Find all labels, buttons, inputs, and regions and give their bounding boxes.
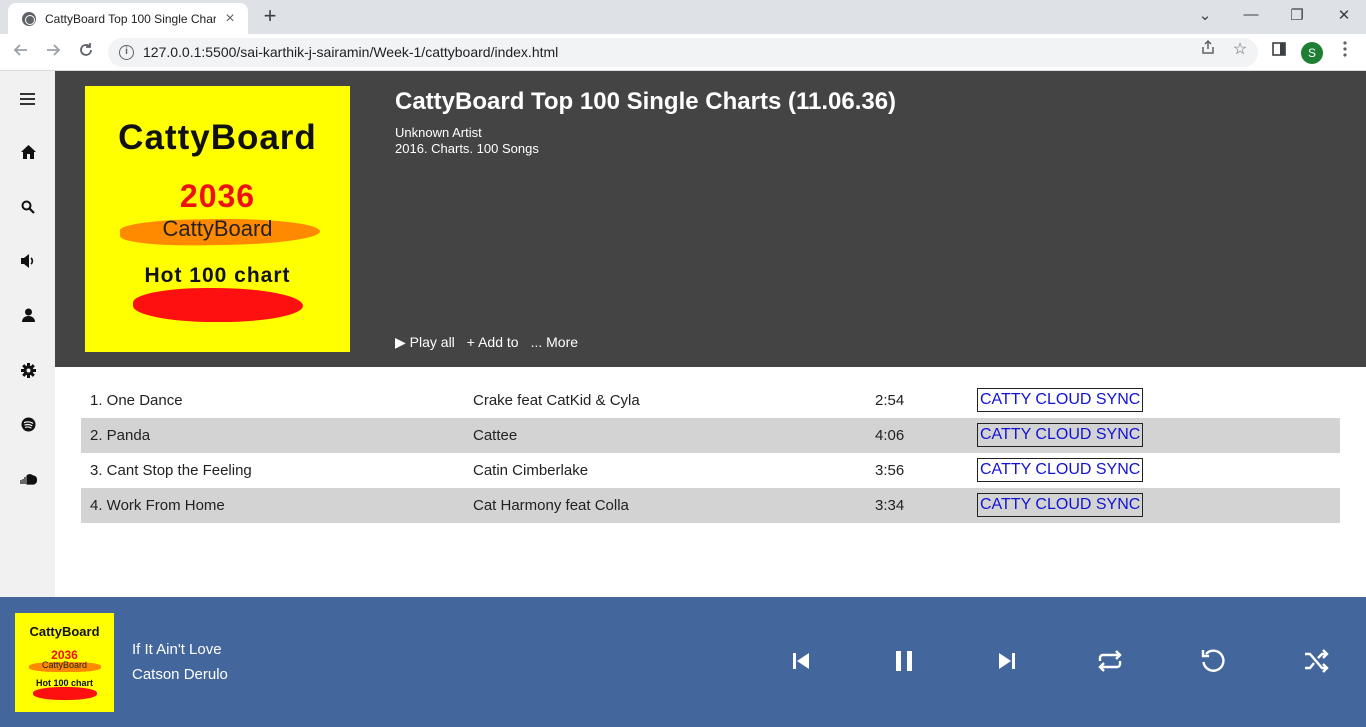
track-artist: Cattee [473, 427, 518, 444]
sidebar [0, 71, 55, 597]
globe-icon [22, 11, 36, 26]
soundcloud-icon[interactable] [17, 468, 39, 490]
cover-subtitle: CattyBoard [162, 216, 273, 241]
track-duration: 3:34 [875, 497, 905, 514]
shuffle-icon[interactable] [1301, 646, 1331, 676]
browser-tab-bar: CattyBoard Top 100 Single Charts × + ⌄ —… [0, 0, 1366, 34]
album-artist: Unknown Artist [395, 125, 482, 140]
previous-track-icon[interactable] [786, 646, 816, 676]
track-artist: Cat Harmony feat Colla [473, 497, 629, 514]
cloud-sync-button[interactable]: CATTY CLOUD SYNC [977, 493, 1144, 517]
now-playing-title: If It Ain't Love [132, 641, 222, 658]
track-list: 1. One Dance Crake feat CatKid & Cyla 2:… [81, 383, 1340, 523]
cover-year: 2036 [179, 178, 256, 214]
share-icon[interactable] [1198, 39, 1218, 60]
tab-close-icon[interactable]: × [222, 10, 238, 27]
back-icon[interactable] [10, 41, 32, 63]
mini-cover-subtitle: CattyBoard [41, 660, 88, 670]
cover-brand: CattyBoard [118, 118, 317, 157]
pause-icon[interactable] [889, 646, 919, 676]
mini-cover-chart-label: Hot 100 chart [35, 678, 94, 688]
cloud-sync-button[interactable]: CATTY CLOUD SYNC [977, 458, 1144, 482]
menu-icon[interactable] [17, 88, 39, 110]
album-header: CattyBoard 2036 CattyBoard Hot 100 chart… [55, 71, 1366, 367]
browser-toolbar: i 127.0.0.1:5500/sai-karthik-j-sairamin/… [0, 34, 1366, 71]
forward-icon[interactable] [42, 41, 64, 63]
browser-tab[interactable]: CattyBoard Top 100 Single Charts × [8, 3, 248, 34]
album-actions: ▶ Play all + Add to ... More [395, 334, 578, 351]
album-title: CattyBoard Top 100 Single Charts (11.06.… [395, 88, 897, 115]
address-bar[interactable]: i 127.0.0.1:5500/sai-karthik-j-sairamin/… [108, 38, 1258, 67]
track-duration: 4:06 [875, 427, 905, 444]
now-playing-artist: Catson Derulo [132, 666, 228, 683]
side-panel-icon[interactable] [1269, 41, 1289, 62]
play-all-button[interactable]: ▶ Play all [395, 334, 455, 351]
track-row[interactable]: 3. Cant Stop the Feeling Catin Cimberlak… [81, 453, 1340, 488]
tab-search-icon[interactable]: ⌄ [1195, 6, 1215, 24]
repeat-icon[interactable] [1095, 646, 1125, 676]
user-icon[interactable] [17, 304, 39, 326]
album-meta: 2016. Charts. 100 Songs [395, 141, 539, 156]
url-text: 127.0.0.1:5500/sai-karthik-j-sairamin/We… [143, 44, 559, 60]
home-icon[interactable] [17, 141, 39, 163]
cloud-sync-button[interactable]: CATTY CLOUD SYNC [977, 423, 1144, 447]
mini-cover-brand: CattyBoard [29, 624, 100, 639]
track-artist: Crake feat CatKid & Cyla [473, 392, 640, 409]
track-title: 3. Cant Stop the Feeling [90, 462, 252, 479]
restore-button[interactable]: ❐ [1287, 6, 1307, 24]
browser-menu-icon[interactable] [1335, 40, 1355, 63]
new-tab-button[interactable]: + [259, 5, 281, 27]
track-title: 2. Panda [90, 427, 151, 444]
track-title: 1. One Dance [90, 392, 183, 409]
search-icon[interactable] [17, 196, 39, 218]
tab-title: CattyBoard Top 100 Single Charts [45, 11, 216, 26]
site-info-icon[interactable]: i [119, 45, 134, 60]
track-artist: Catin Cimberlake [473, 462, 589, 479]
track-row[interactable]: 2. Panda Cattee 4:06 CATTY CLOUD SYNC [81, 418, 1340, 453]
album-cover: CattyBoard 2036 CattyBoard Hot 100 chart [85, 86, 350, 352]
close-window-button[interactable]: ✕ [1334, 6, 1354, 24]
minimize-button[interactable]: — [1241, 6, 1261, 23]
settings-icon[interactable] [17, 359, 39, 381]
add-to-button[interactable]: + Add to [467, 334, 519, 351]
now-playing-cover: CattyBoard 2036 CattyBoard Hot 100 chart [15, 613, 114, 712]
reload-icon[interactable] [75, 41, 97, 63]
replay-icon[interactable] [1198, 646, 1228, 676]
track-title: 4. Work From Home [90, 497, 225, 514]
cover-red-brush [133, 288, 303, 322]
track-row[interactable]: 1. One Dance Crake feat CatKid & Cyla 2:… [81, 383, 1340, 418]
track-row[interactable]: 4. Work From Home Cat Harmony feat Colla… [81, 488, 1340, 523]
volume-icon[interactable] [17, 250, 39, 272]
track-duration: 3:56 [875, 462, 905, 479]
next-track-icon[interactable] [992, 646, 1022, 676]
more-button[interactable]: ... More [531, 334, 578, 351]
cloud-sync-button[interactable]: CATTY CLOUD SYNC [977, 388, 1144, 412]
mini-cover-red-brush [33, 687, 97, 700]
cover-chart-label: Hot 100 chart [144, 264, 291, 287]
spotify-icon[interactable] [17, 413, 39, 435]
profile-avatar[interactable]: S [1301, 42, 1323, 64]
bookmark-star-icon[interactable]: ☆ [1230, 39, 1250, 59]
player-bar: CattyBoard 2036 CattyBoard Hot 100 chart… [0, 597, 1366, 727]
track-duration: 2:54 [875, 392, 905, 409]
